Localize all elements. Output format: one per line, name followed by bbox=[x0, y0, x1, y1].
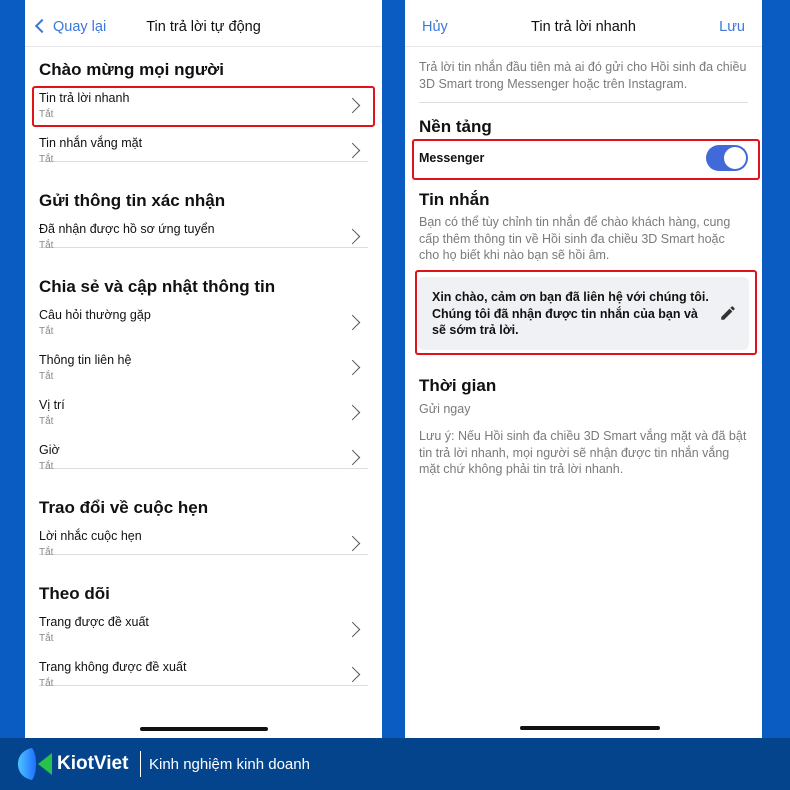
list-item[interactable]: Giờ Tắt bbox=[39, 438, 368, 483]
item-title: Tin nhắn vắng mặt bbox=[39, 136, 143, 150]
list-item[interactable]: Câu hỏi thường gặp Tắt bbox=[39, 303, 368, 348]
time-heading: Thời gian bbox=[419, 376, 497, 395]
nav-header: Quay lại Tin trả lời tự động bbox=[25, 0, 382, 47]
divider bbox=[140, 751, 141, 777]
list-item[interactable]: Thông tin liên hệ Tắt bbox=[39, 348, 368, 393]
home-indicator bbox=[520, 726, 660, 730]
note: Lưu ý: Nếu Hồi sinh đa chiều 3D Smart vắ… bbox=[419, 429, 747, 476]
section-heading: Theo dõi bbox=[39, 584, 110, 603]
item-status: Tắt bbox=[39, 371, 54, 382]
page-title: Tin trả lời nhanh bbox=[531, 19, 636, 35]
item-status: Tắt bbox=[39, 416, 54, 427]
section-heading: Gửi thông tin xác nhận bbox=[39, 191, 226, 210]
list-item[interactable]: Lời nhắc cuộc hẹn Tắt bbox=[39, 524, 368, 569]
list-item[interactable]: Trang được đề xuất Tắt bbox=[39, 610, 368, 655]
left-phone-screen: Quay lại Tin trả lời tự động Chào mừng m… bbox=[25, 0, 382, 738]
page-title: Tin trả lời tự động bbox=[146, 19, 261, 35]
divider bbox=[419, 102, 748, 103]
right-phone-screen: Hủy Tin trả lời nhanh Lưu Trả lời tin nh… bbox=[405, 0, 762, 738]
item-title: Đã nhận được hồ sơ ứng tuyển bbox=[39, 222, 215, 236]
item-title: Trang không được đề xuất bbox=[39, 660, 187, 674]
item-title: Câu hỏi thường gặp bbox=[39, 308, 151, 322]
section-heading: Trao đổi về cuộc hẹn bbox=[39, 498, 209, 517]
highlight-box bbox=[415, 270, 757, 355]
item-title: Trang được đề xuất bbox=[39, 615, 149, 629]
item-title: Lời nhắc cuộc hẹn bbox=[39, 529, 142, 543]
home-indicator bbox=[140, 727, 268, 731]
section-heading: Chào mừng mọi người bbox=[39, 60, 224, 79]
list-item[interactable]: Tin nhắn vắng mặt Tắt bbox=[39, 131, 368, 176]
tagline: Kinh nghiệm kinh doanh bbox=[149, 756, 310, 773]
item-status: Tắt bbox=[39, 633, 54, 644]
footer-bar: KiotViet Kinh nghiệm kinh doanh bbox=[0, 738, 790, 790]
time-value: Gửi ngay bbox=[419, 402, 471, 416]
item-status: Tắt bbox=[39, 678, 54, 689]
item-status: Tắt bbox=[39, 547, 54, 558]
item-status: Tắt bbox=[39, 240, 54, 251]
brand-name: KiotViet bbox=[57, 753, 129, 774]
section-heading: Chia sẻ và cập nhật thông tin bbox=[39, 277, 276, 296]
description: Trả lời tin nhắn đầu tiên mà ai đó gửi c… bbox=[419, 60, 747, 91]
save-button[interactable]: Lưu bbox=[719, 19, 745, 35]
message-description: Bạn có thể tùy chỉnh tin nhắn để chào kh… bbox=[419, 215, 731, 262]
kiotviet-logo-icon bbox=[18, 748, 52, 780]
item-title: Giờ bbox=[39, 443, 60, 457]
item-status: Tắt bbox=[39, 326, 54, 337]
highlight-box bbox=[32, 86, 375, 127]
list-item[interactable]: Vị trí Tắt bbox=[39, 393, 368, 438]
item-status: Tắt bbox=[39, 154, 54, 165]
list-item[interactable]: Đã nhận được hồ sơ ứng tuyển Tắt bbox=[39, 217, 368, 262]
list-item[interactable]: Trang không được đề xuất Tắt bbox=[39, 655, 368, 700]
platform-heading: Nền tảng bbox=[419, 117, 492, 136]
nav-header: Hủy Tin trả lời nhanh Lưu bbox=[405, 0, 762, 47]
item-status: Tắt bbox=[39, 461, 54, 472]
highlight-box bbox=[412, 139, 760, 180]
item-title: Vị trí bbox=[39, 398, 65, 412]
item-title: Thông tin liên hệ bbox=[39, 353, 132, 367]
message-heading: Tin nhắn bbox=[419, 190, 490, 209]
auto-reply-list: Chào mừng mọi người Tin trả lời nhanh Tắt T… bbox=[25, 47, 382, 689]
